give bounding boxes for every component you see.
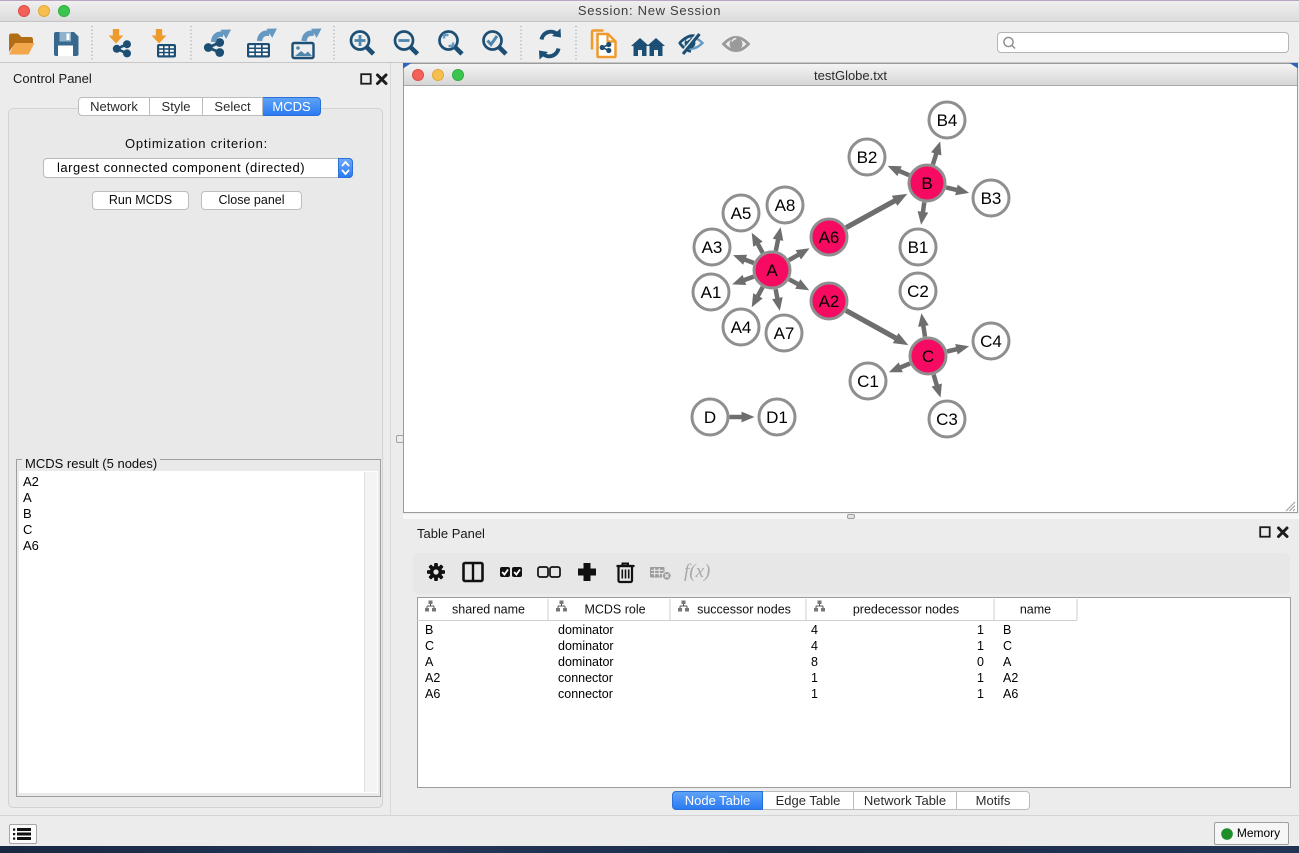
svg-text:C4: C4 xyxy=(980,332,1002,351)
svg-text:A8: A8 xyxy=(775,196,796,215)
svg-text:D1: D1 xyxy=(766,408,788,427)
svg-text:8: 8 xyxy=(811,655,818,669)
svg-text:connector: connector xyxy=(558,671,613,685)
svg-text:4: 4 xyxy=(811,623,818,637)
svg-text:B: B xyxy=(425,623,433,637)
svg-text:D: D xyxy=(704,408,716,427)
svg-text:predecessor nodes: predecessor nodes xyxy=(853,603,959,617)
svg-text:C: C xyxy=(425,639,434,653)
svg-text:shared name: shared name xyxy=(452,603,525,617)
svg-text:C3: C3 xyxy=(936,410,958,429)
svg-text:A5: A5 xyxy=(731,204,752,223)
svg-text:A: A xyxy=(1003,655,1012,669)
svg-text:A6: A6 xyxy=(1003,687,1018,701)
svg-text:1: 1 xyxy=(977,623,984,637)
svg-text:B1: B1 xyxy=(908,238,929,257)
svg-text:C: C xyxy=(1003,639,1012,653)
svg-text:dominator: dominator xyxy=(558,655,614,669)
svg-text:A3: A3 xyxy=(702,238,723,257)
svg-text:B: B xyxy=(921,174,932,193)
svg-text:A4: A4 xyxy=(731,318,752,337)
svg-text:A1: A1 xyxy=(701,283,722,302)
svg-text:name: name xyxy=(1020,603,1051,617)
svg-text:dominator: dominator xyxy=(558,639,614,653)
svg-text:successor nodes: successor nodes xyxy=(697,603,791,617)
svg-text:A7: A7 xyxy=(774,324,795,343)
svg-text:A: A xyxy=(425,655,434,669)
svg-text:A2: A2 xyxy=(425,671,440,685)
svg-text:1: 1 xyxy=(977,687,984,701)
svg-text:4: 4 xyxy=(811,639,818,653)
svg-text:0: 0 xyxy=(977,655,984,669)
svg-text:B3: B3 xyxy=(981,189,1002,208)
svg-text:MCDS role: MCDS role xyxy=(584,603,645,617)
svg-text:A: A xyxy=(766,261,778,280)
svg-text:C1: C1 xyxy=(857,372,879,391)
svg-text:connector: connector xyxy=(558,687,613,701)
svg-text:A2: A2 xyxy=(819,292,840,311)
svg-text:B4: B4 xyxy=(937,111,958,130)
svg-text:dominator: dominator xyxy=(558,623,614,637)
svg-text:C2: C2 xyxy=(907,282,929,301)
svg-text:A6: A6 xyxy=(425,687,440,701)
svg-text:A2: A2 xyxy=(1003,671,1018,685)
svg-text:A6: A6 xyxy=(819,228,840,247)
svg-text:1: 1 xyxy=(811,671,818,685)
svg-text:1: 1 xyxy=(811,687,818,701)
svg-text:1: 1 xyxy=(977,671,984,685)
svg-text:B2: B2 xyxy=(857,148,878,167)
svg-text:B: B xyxy=(1003,623,1011,637)
svg-text:C: C xyxy=(922,347,934,366)
svg-text:1: 1 xyxy=(977,639,984,653)
